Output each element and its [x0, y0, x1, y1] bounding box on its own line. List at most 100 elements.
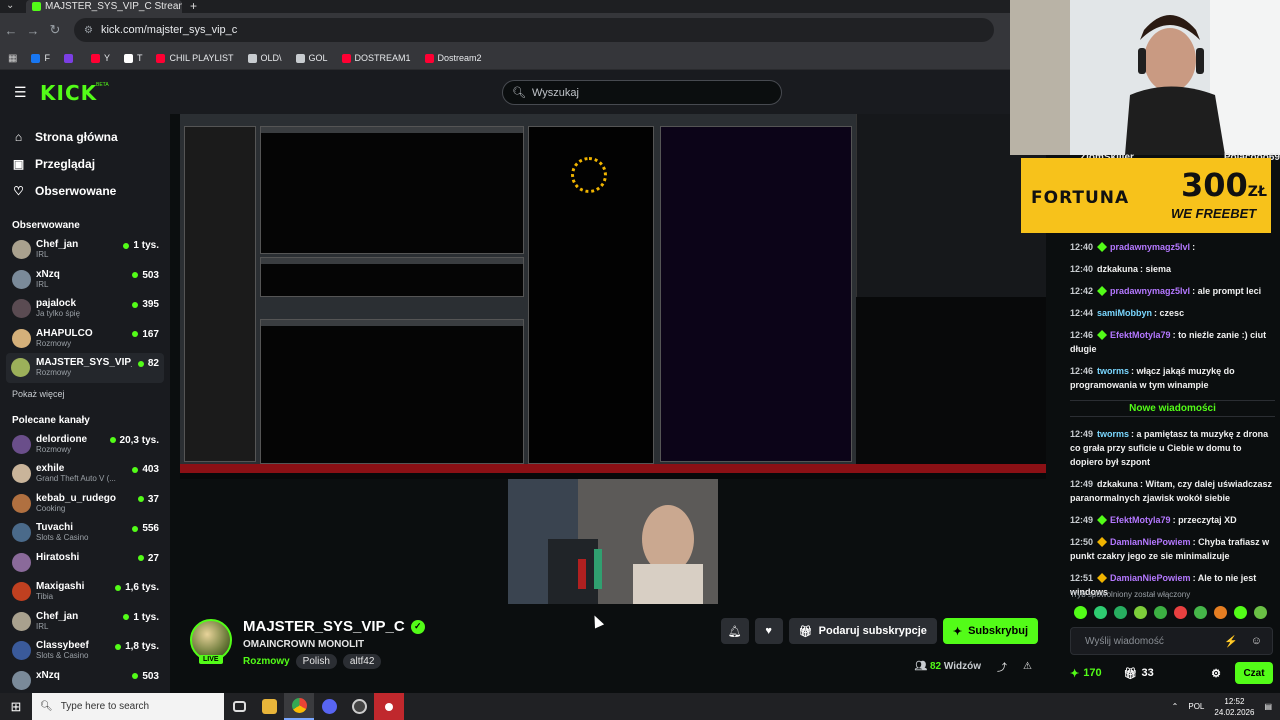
streamer-name[interactable]: MAJSTER_SYS_VIP_C ✓	[243, 618, 425, 635]
sidebar-channel[interactable]: MAJSTER_SYS_VIP_CRozmowy 82	[6, 353, 164, 383]
sidebar-channel[interactable]: xNzq 503	[0, 666, 170, 696]
nav-item[interactable]: ⌂ Strona główna	[0, 123, 170, 150]
taskbar-search[interactable]: 🔍︎ Type here to search	[32, 693, 224, 720]
browser-tab[interactable]: MAJSTER_SYS_VIP_C Stream ✕	[26, 0, 182, 13]
channel-category: Ja tylko śpię	[36, 309, 81, 318]
emote-icon[interactable]	[1114, 606, 1127, 619]
chat-username[interactable]: DamianNiePowiem	[1110, 573, 1191, 583]
sidebar-channel[interactable]: xNzq IRL 503	[0, 265, 170, 295]
gift-subs-button[interactable]: 🎁︎ Podaruj subskrypcje	[788, 618, 937, 644]
chat-username[interactable]: DamianNiePowiem	[1110, 537, 1191, 547]
emote-icon[interactable]	[1234, 606, 1247, 619]
sidebar-channel[interactable]: delordione Rozmowy 20,3 tys.	[0, 430, 170, 460]
chat-input[interactable]: Wyślij wiadomość ⚡ ☺	[1070, 627, 1273, 655]
follow-heart-button[interactable]: ♥	[754, 618, 783, 644]
apps-grid-icon[interactable]: ▦	[8, 53, 17, 64]
chat-username[interactable]: pradawnymagz5lvl	[1110, 242, 1190, 252]
menu-icon[interactable]: ☰	[14, 84, 27, 101]
emote-icon[interactable]	[1134, 606, 1147, 619]
send-chat-button[interactable]: Czat	[1235, 662, 1273, 684]
new-tab-button[interactable]: +	[190, 0, 197, 13]
bookmark-item[interactable]: OLD\	[247, 53, 282, 63]
url-text: kick.com/majster_sys_vip_c	[100, 24, 238, 36]
chat-username[interactable]: tworms	[1097, 366, 1129, 376]
chrome-icon[interactable]	[284, 693, 314, 720]
file-explorer-icon[interactable]	[254, 693, 284, 720]
sidebar-channel[interactable]: Hiratoshi 27	[0, 548, 170, 578]
gift-subs-label: Podaruj subskrypcje	[818, 625, 927, 637]
recording-app-icon[interactable]	[374, 693, 404, 720]
emote-icon[interactable]	[1074, 606, 1087, 619]
sidebar-channel[interactable]: kebab_u_rudego Cooking 37	[0, 489, 170, 519]
emote-icon[interactable]	[1214, 606, 1227, 619]
emote-icon[interactable]	[1174, 606, 1187, 619]
bookmark-item[interactable]: GOL	[295, 53, 328, 63]
gift-count[interactable]: 🎁︎ 33	[1124, 667, 1154, 680]
bookmark-item[interactable]	[63, 53, 77, 63]
nav-item[interactable]: ♡ Obserwowane	[0, 177, 170, 204]
back-icon[interactable]: ←	[0, 23, 22, 38]
search-input[interactable]: 🔍︎ Wyszukaj	[502, 80, 782, 105]
notifications-icon[interactable]: ▤	[1264, 702, 1272, 711]
windows-start-icon[interactable]: ⊞	[0, 699, 32, 715]
channel-points[interactable]: ✦ 170	[1070, 667, 1102, 680]
chat-username[interactable]: dzkakuna	[1097, 479, 1138, 489]
sidebar-channel[interactable]: Chef_jan IRL 1 tys.	[0, 235, 170, 265]
sidebar-channel[interactable]: Chef_jan IRL 1 tys.	[0, 607, 170, 637]
sidebar-channel[interactable]: Tuvachi Slots & Casino 556	[0, 518, 170, 548]
notification-bell-button[interactable]: 🔔︎	[720, 618, 749, 644]
nav-item[interactable]: ▣ Przeglądaj	[0, 150, 170, 177]
chat-username[interactable]: pradawnymagz5lvl	[1110, 286, 1190, 296]
site-info-icon[interactable]: ⚙	[84, 25, 93, 36]
fortuna-promo-banner[interactable]: FORTUNA 300ZŁ WE FREEBET	[1021, 158, 1271, 233]
stream-category[interactable]: Rozmowy	[243, 654, 290, 669]
sidebar-channel[interactable]: Classybeef Slots & Casino 1,8 tys.	[0, 636, 170, 666]
sidebar-channel[interactable]: Maxigashi Tibia 1,6 tys.	[0, 577, 170, 607]
avatar	[12, 552, 31, 572]
sidebar-channel[interactable]: pajalock Ja tylko śpię 395	[0, 294, 170, 324]
bookmark-item[interactable]: F	[31, 53, 50, 63]
sidebar-channel[interactable]: AHAPULCO Rozmowy 167	[0, 324, 170, 354]
chat-username[interactable]: EfektMotyla79	[1110, 330, 1171, 340]
kick-logo[interactable]: KICK	[40, 81, 97, 105]
chat-username[interactable]: dzkakuna	[1097, 264, 1138, 274]
tray-chevron-icon[interactable]: ⌃	[1172, 702, 1179, 711]
chat-settings-icon[interactable]: ⚙	[1211, 667, 1221, 680]
sidebar-channel[interactable]: exhile Grand Theft Auto V (... 403	[0, 459, 170, 489]
bookmark-item[interactable]: Dostream2	[424, 53, 482, 63]
task-view-icon[interactable]	[224, 693, 254, 720]
bookmark-item[interactable]: Y	[90, 53, 110, 63]
stream-tag[interactable]: Polish	[295, 654, 337, 669]
show-more-link[interactable]: Pokaż więcej	[0, 389, 170, 399]
bookmark-item[interactable]: DOSTREAM1	[341, 53, 411, 63]
emote-icon[interactable]	[1254, 606, 1267, 619]
command-icon[interactable]: ⚡	[1224, 635, 1238, 648]
tab-search-icon[interactable]: ⌄	[6, 0, 14, 11]
report-icon[interactable]: ⚠	[1023, 661, 1032, 672]
app-icon[interactable]	[314, 693, 344, 720]
chat-username[interactable]: tworms	[1097, 429, 1129, 439]
url-field[interactable]: ⚙ kick.com/majster_sys_vip_c	[74, 18, 994, 42]
stream-tag[interactable]: altf42	[342, 654, 382, 669]
share-icon[interactable]: ⤴	[997, 659, 1007, 674]
reload-icon[interactable]: ↻	[44, 22, 66, 38]
emote-icon[interactable]	[1154, 606, 1167, 619]
keyboard-language[interactable]: POL	[1188, 702, 1204, 711]
emoji-icon[interactable]: ☺	[1251, 635, 1262, 647]
chat-message: 12:40 dzkakuna: siema	[1070, 262, 1275, 276]
chat-username[interactable]: EfektMotyla79	[1110, 515, 1171, 525]
bookmark-item[interactable]: CHIL PLAYLIST	[156, 53, 234, 63]
clock[interactable]: 12:52 24.02.2026	[1214, 696, 1254, 718]
app-icon[interactable]	[344, 693, 374, 720]
avatar	[12, 493, 31, 513]
chat-username[interactable]: samiMobbyn	[1097, 308, 1152, 318]
emote-icon[interactable]	[1094, 606, 1107, 619]
viewers-icon: 👥︎	[914, 661, 930, 672]
forward-icon[interactable]: →	[22, 23, 44, 38]
bookmark-item[interactable]: T	[123, 53, 142, 63]
emote-icon[interactable]	[1194, 606, 1207, 619]
new-messages-divider[interactable]: Nowe wiadomości	[1070, 400, 1275, 417]
video-player[interactable]	[180, 114, 1046, 479]
chat-message: 12:46 EfektMotyla79: to nieźle zanie :) c…	[1070, 328, 1275, 356]
subscribe-button[interactable]: ✦ Subskrybuj	[942, 618, 1038, 644]
